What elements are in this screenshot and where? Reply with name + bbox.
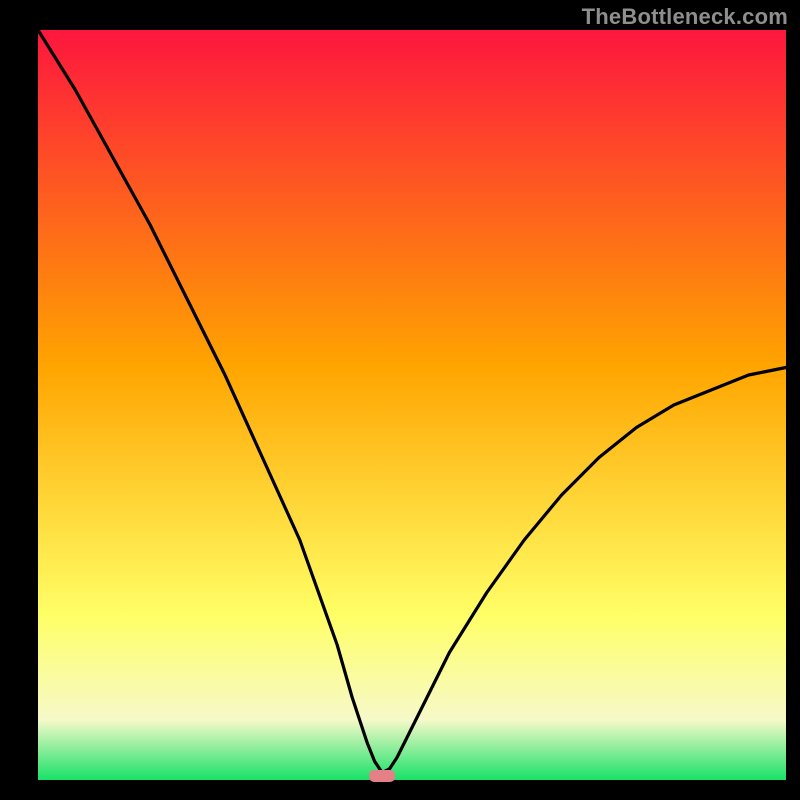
chart-frame: TheBottleneck.com — [0, 0, 800, 800]
chart-canvas — [0, 0, 800, 800]
optimal-point-marker — [369, 770, 395, 782]
watermark-text: TheBottleneck.com — [582, 4, 788, 30]
